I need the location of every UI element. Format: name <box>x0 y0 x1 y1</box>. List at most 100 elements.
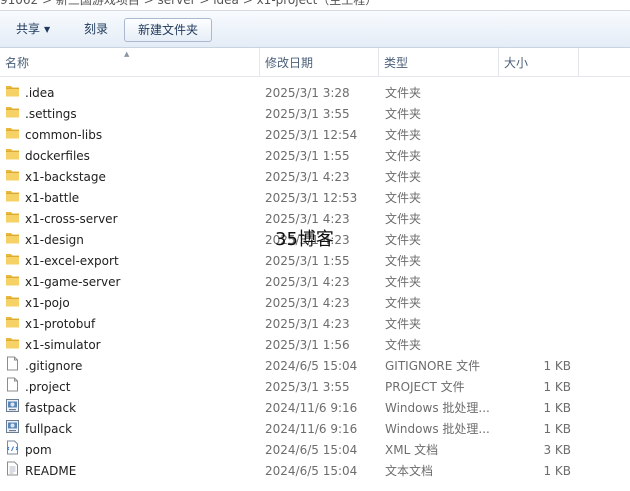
file-size: 1 KB <box>543 401 571 415</box>
file-row[interactable]: pom 2024/6/5 15:04 XML 文档 3 KB <box>0 440 630 461</box>
file-type: 文件夹 <box>385 275 422 289</box>
file-row[interactable]: .idea 2025/3/1 3:28 文件夹 <box>0 83 630 104</box>
file-name: x1-battle <box>25 191 80 205</box>
folder-icon <box>5 83 20 98</box>
folder-icon <box>5 251 20 266</box>
file-name: dockerfiles <box>25 149 90 163</box>
file-type: 文件夹 <box>385 149 422 163</box>
file-name: x1-backstage <box>25 170 106 184</box>
file-size: 1 KB <box>543 380 571 394</box>
file-name: x1-design <box>25 233 84 247</box>
file-name: .idea <box>25 86 55 100</box>
column-size[interactable]: 大小 <box>498 48 579 76</box>
file-row[interactable]: x1-simulator 2025/3/1 1:56 文件夹 <box>0 335 630 356</box>
file-type: 文件夹 <box>385 86 422 100</box>
file-row[interactable]: common-libs 2025/3/1 12:54 文件夹 <box>0 125 630 146</box>
text-file-icon <box>5 461 20 476</box>
file-name: .settings <box>25 107 77 121</box>
file-date: 2025/3/1 3:55 <box>265 380 350 394</box>
file-date: 2025/3/1 12:53 <box>265 191 358 205</box>
file-row[interactable]: x1-excel-export 2025/3/1 1:55 文件夹 <box>0 251 630 272</box>
file-type: 文件夹 <box>385 338 422 352</box>
file-name: x1-simulator <box>25 338 101 352</box>
file-type: 文件夹 <box>385 212 422 226</box>
file-type: 文件夹 <box>385 296 422 310</box>
batch-file-icon <box>5 398 20 413</box>
file-name: pom <box>25 443 52 457</box>
file-type: 文件夹 <box>385 317 422 331</box>
file-type: 文件夹 <box>385 170 422 184</box>
folder-icon <box>5 188 20 203</box>
file-row[interactable]: .gitignore 2024/6/5 15:04 GITIGNORE 文件 1 KB <box>0 356 630 377</box>
file-name: x1-game-server <box>25 275 121 289</box>
folder-icon <box>5 209 20 224</box>
file-date: 2025/3/1 3:55 <box>265 107 350 121</box>
file-date: 2025/3/1 1:56 <box>265 338 350 352</box>
file-type: 文件夹 <box>385 191 422 205</box>
file-name: x1-protobuf <box>25 317 96 331</box>
file-row[interactable]: .project 2025/3/1 3:55 PROJECT 文件 1 KB <box>0 377 630 398</box>
file-type: 文件夹 <box>385 233 422 247</box>
column-type[interactable]: 类型 <box>378 48 494 76</box>
burn-button[interactable]: 刻录 <box>76 18 116 40</box>
file-row[interactable]: x1-battle 2025/3/1 12:53 文件夹 <box>0 188 630 209</box>
folder-icon <box>5 293 20 308</box>
file-date: 2025/3/1 4:23 <box>265 296 350 310</box>
file-name: x1-pojo <box>25 296 70 310</box>
file-row[interactable]: .settings 2025/3/1 3:55 文件夹 <box>0 104 630 125</box>
file-type: 文本文档 <box>385 464 434 478</box>
folder-icon <box>5 335 20 350</box>
folder-icon <box>5 230 20 245</box>
file-row[interactable]: x1-pojo 2025/3/1 4:23 文件夹 <box>0 293 630 314</box>
file-date: 2025/3/1 1:55 <box>265 254 350 268</box>
file-list: .idea 2025/3/1 3:28 文件夹 .settings 2025/3/1 3… <box>0 83 630 482</box>
file-date: 2024/11/6 9:16 <box>265 401 358 415</box>
file-name: .gitignore <box>25 359 83 373</box>
file-name: .project <box>25 380 71 394</box>
file-type: XML 文档 <box>385 443 439 457</box>
file-size: 1 KB <box>543 464 571 478</box>
xml-file-icon <box>5 440 20 455</box>
file-row[interactable]: README 2024/6/5 15:04 文本文档 1 KB <box>0 461 630 482</box>
share-label: 共享 <box>16 22 41 36</box>
column-name[interactable]: 名称 <box>5 48 255 76</box>
file-name: fastpack <box>25 401 77 415</box>
new-folder-button[interactable]: 新建文件夹 <box>124 18 213 42</box>
file-row[interactable]: x1-backstage 2025/3/1 4:23 文件夹 <box>0 167 630 188</box>
file-icon <box>5 377 20 392</box>
column-header: ▲ 名称 修改日期 类型 大小 <box>0 48 630 77</box>
file-name: common-libs <box>25 128 103 142</box>
file-date: 2024/6/5 15:04 <box>265 359 358 373</box>
folder-icon <box>5 314 20 329</box>
file-date: 2025/3/1 12:54 <box>265 128 358 142</box>
file-date: 2024/6/5 15:04 <box>265 464 358 478</box>
file-row[interactable]: dockerfiles 2025/3/1 1:55 文件夹 <box>0 146 630 167</box>
file-size: 3 KB <box>543 443 571 457</box>
address-path: 91062 > 新三国游戏项目 > server > idea > x1-pro… <box>0 0 378 7</box>
chevron-down-icon: ▼ <box>44 25 51 34</box>
file-type: GITIGNORE 文件 <box>385 359 481 373</box>
file-row[interactable]: fastpack 2024/11/6 9:16 Windows 批处理... 1 KB <box>0 398 630 419</box>
file-date: 2025/3/1 4:23 <box>265 275 350 289</box>
folder-icon <box>5 167 20 182</box>
share-button[interactable]: 共享 ▼ <box>8 18 58 40</box>
file-icon <box>5 356 20 371</box>
column-date[interactable]: 修改日期 <box>259 48 375 76</box>
watermark-text: 35博客 <box>275 229 334 250</box>
file-row[interactable]: fullpack 2024/11/6 9:16 Windows 批处理... 1 KB <box>0 419 630 440</box>
address-bar[interactable]: 91062 > 新三国游戏项目 > server > idea > x1-pro… <box>0 0 630 11</box>
file-size: 1 KB <box>543 422 571 436</box>
folder-icon <box>5 104 20 119</box>
folder-icon <box>5 146 20 161</box>
column-spacer <box>578 48 630 76</box>
file-date: 2025/3/1 1:55 <box>265 149 350 163</box>
file-size: 1 KB <box>543 359 571 373</box>
file-name: README <box>25 464 77 478</box>
folder-icon <box>5 125 20 140</box>
file-name: fullpack <box>25 422 73 436</box>
batch-file-icon <box>5 419 20 434</box>
file-row[interactable]: x1-protobuf 2025/3/1 4:23 文件夹 <box>0 314 630 335</box>
file-date: 2024/6/5 15:04 <box>265 443 358 457</box>
file-name: x1-cross-server <box>25 212 118 226</box>
file-row[interactable]: x1-game-server 2025/3/1 4:23 文件夹 <box>0 272 630 293</box>
